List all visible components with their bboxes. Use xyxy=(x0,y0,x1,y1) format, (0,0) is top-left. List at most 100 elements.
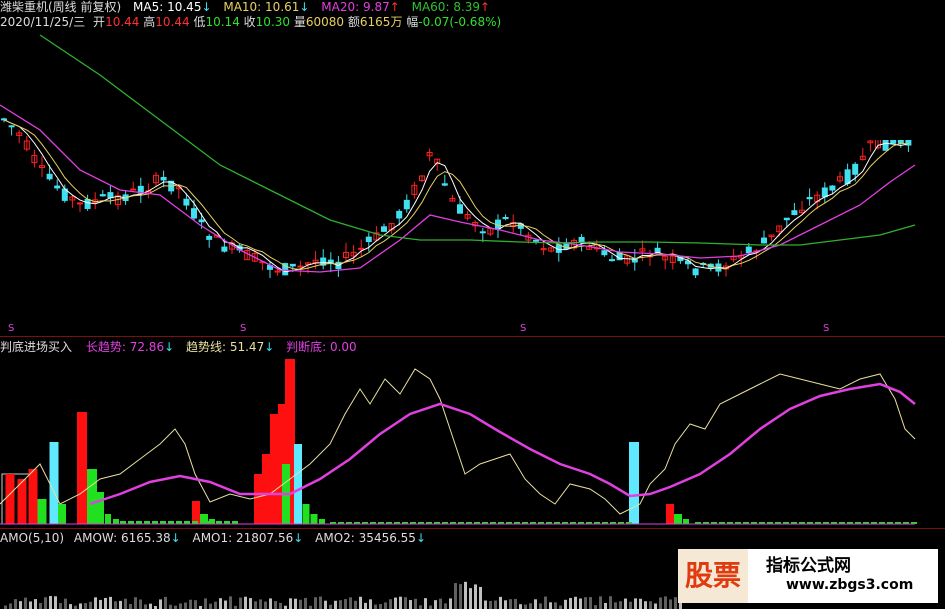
volume-bar xyxy=(334,600,337,609)
candle-body xyxy=(99,194,106,197)
ma20-value: 9.87 xyxy=(363,0,390,14)
candle-body xyxy=(578,236,585,243)
candle-body xyxy=(365,236,372,243)
volume-bar xyxy=(319,596,322,609)
signal-bar xyxy=(77,412,87,524)
volume-bar xyxy=(449,598,452,609)
volume-bar xyxy=(554,602,557,609)
volume-bar xyxy=(649,601,652,609)
amo-name: AMO(5,10) xyxy=(0,531,65,545)
volume-bar xyxy=(299,599,302,609)
volume-bar xyxy=(344,599,347,609)
candle-body xyxy=(601,250,608,256)
candle-body xyxy=(84,198,91,209)
candle-body xyxy=(829,185,836,191)
volume-bar xyxy=(439,598,442,609)
down-arrow-icon: ↓ xyxy=(264,340,275,354)
candle-body xyxy=(198,219,205,223)
ma10-value: 10.61 xyxy=(265,0,300,14)
candle-body xyxy=(457,204,463,214)
high-label: 高 xyxy=(143,15,156,29)
down-arrow-icon: ↓ xyxy=(293,531,304,545)
candle-body xyxy=(191,208,197,219)
volume-bar xyxy=(524,604,527,609)
volume-bar xyxy=(464,581,467,609)
amo-header: AMO(5,10) AMOW: 6165.38↓ AMO1: 21807.56↓… xyxy=(0,531,426,545)
volume-bar xyxy=(454,583,457,609)
sell-marker: S xyxy=(520,323,527,334)
volume-bar xyxy=(534,599,537,609)
volume-bar xyxy=(324,600,327,609)
signal-bar xyxy=(254,474,262,524)
blank-overlay xyxy=(535,0,945,140)
volume-bar xyxy=(504,600,507,609)
volume-bar xyxy=(269,598,272,609)
volume-bar xyxy=(9,603,12,609)
volume-bar xyxy=(559,605,562,609)
volume-bar xyxy=(359,596,362,609)
down-arrow-icon: ↓ xyxy=(201,0,212,14)
sell-marker: S xyxy=(8,323,15,334)
volume-bar xyxy=(519,604,522,609)
volume-bar xyxy=(239,597,242,609)
volume-bar xyxy=(374,604,377,609)
signal-bar xyxy=(28,469,38,524)
site-title: 指标公式网 xyxy=(766,556,851,576)
price-header-row2: 2020/11/25/三 开10.44 高10.44 低10.14 收10.30… xyxy=(0,15,501,29)
candle-body xyxy=(821,187,828,198)
amo2-label: AMO2: xyxy=(315,531,355,545)
candle-body xyxy=(358,247,365,250)
volume-bar xyxy=(669,599,672,609)
candle-body xyxy=(897,139,904,144)
volume-bar xyxy=(659,597,662,609)
volume-bar xyxy=(569,598,572,609)
ma60-label: MA60: xyxy=(411,0,450,14)
ma5-value: 10.45 xyxy=(167,0,202,14)
candle-body xyxy=(791,210,798,216)
signal-bar xyxy=(294,444,302,524)
candle-body xyxy=(692,268,699,276)
open-value: 10.44 xyxy=(105,15,140,29)
change-value: -0.07(-0.68%) xyxy=(418,15,502,29)
volume-bar xyxy=(394,597,397,609)
trend-line xyxy=(0,368,916,515)
signal-bar xyxy=(87,469,97,524)
candle-body xyxy=(761,237,767,244)
amow-value: 6165.38 xyxy=(120,531,171,545)
candle-body xyxy=(54,185,61,189)
long-trend-value: 72.86 xyxy=(129,340,165,354)
volume-bar xyxy=(34,599,37,609)
long-trend-line xyxy=(89,382,916,506)
volume-bar xyxy=(294,598,297,609)
volume-bar xyxy=(109,596,112,609)
volume-bar xyxy=(229,596,232,609)
volume-bar xyxy=(419,605,422,609)
volume-bar xyxy=(549,602,552,609)
ma5-label: MA5: xyxy=(133,0,164,14)
trend-value: 51.47 xyxy=(229,340,265,354)
volume-bar xyxy=(214,601,217,609)
volume-bar xyxy=(244,596,247,609)
volume-bar xyxy=(444,603,447,609)
volume-bar xyxy=(484,600,487,609)
signal-bar xyxy=(105,514,111,524)
volume-bar xyxy=(209,603,212,609)
candle-body xyxy=(609,259,615,262)
volume-bar xyxy=(349,597,352,609)
volume-bar xyxy=(274,601,277,609)
candle-body xyxy=(533,239,539,242)
volume-bar xyxy=(434,600,437,609)
volume-bar xyxy=(424,598,427,609)
down-arrow-icon: ↓ xyxy=(299,0,310,14)
volume-bar xyxy=(279,602,282,609)
volume-bar xyxy=(379,604,382,609)
ma20-label: MA20: xyxy=(321,0,360,14)
volume-bar xyxy=(674,597,677,609)
volume-bar xyxy=(539,603,542,609)
indicator-chart[interactable] xyxy=(0,354,945,529)
volume-bar xyxy=(64,598,67,609)
volume-bar xyxy=(169,604,172,609)
down-arrow-icon: ↓ xyxy=(170,531,181,545)
trend-label: 趋势线: xyxy=(185,340,227,354)
volume-bar xyxy=(599,596,602,609)
